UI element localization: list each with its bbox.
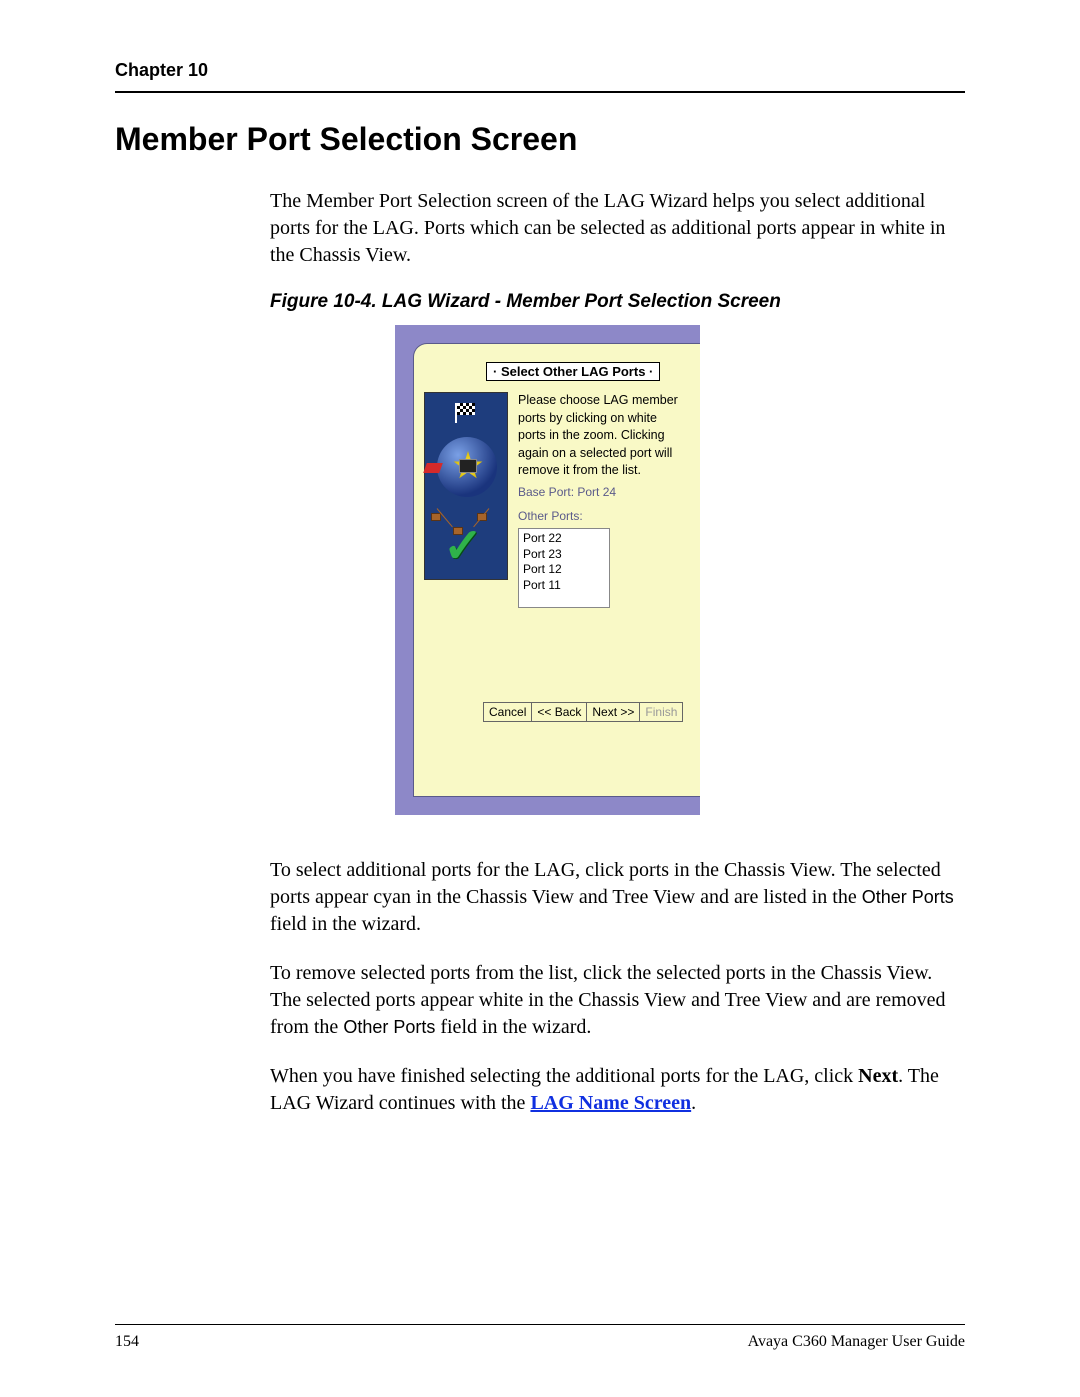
wizard-instructions: Please choose LAG member ports by clicki… (518, 392, 688, 480)
wizard-illustration: ✓ (424, 392, 508, 580)
text-run: . (691, 1092, 696, 1114)
wizard-button-row: Cancel << Back Next >> Finish (484, 702, 683, 722)
list-item[interactable]: Port 12 (523, 562, 605, 578)
next-button[interactable]: Next >> (586, 702, 640, 722)
paragraph-remove: To remove selected ports from the list, … (270, 960, 965, 1041)
figure-screenshot: · Select Other LAG Ports · ✓ (395, 325, 965, 815)
field-name: Other Ports (343, 1017, 435, 1037)
text-run: field in the wizard. (435, 1016, 591, 1038)
other-ports-list[interactable]: Port 22 Port 23 Port 12 Port 11 (518, 528, 610, 608)
figure-caption: Figure 10-4. LAG Wizard - Member Port Se… (270, 291, 965, 313)
wizard-panel: · Select Other LAG Ports · ✓ (413, 343, 700, 797)
node-icon (431, 513, 441, 521)
lag-name-screen-link[interactable]: LAG Name Screen (530, 1092, 691, 1114)
wizard-step-title: · Select Other LAG Ports · (486, 362, 660, 381)
flag-icon (455, 403, 477, 423)
list-item[interactable]: Port 22 (523, 531, 605, 547)
list-item[interactable]: Port 11 (523, 578, 605, 594)
next-label: Next (858, 1065, 898, 1087)
back-button[interactable]: << Back (531, 702, 587, 722)
wizard-frame: · Select Other LAG Ports · ✓ (395, 325, 700, 815)
page-footer: 154 Avaya C360 Manager User Guide (115, 1324, 965, 1351)
paragraph-select: To select additional ports for the LAG, … (270, 857, 965, 938)
intro-paragraph: The Member Port Selection screen of the … (270, 188, 965, 269)
text-run: field in the wizard. (270, 913, 421, 935)
finish-button: Finish (639, 702, 683, 722)
footer-rule (115, 1324, 965, 1325)
base-port-label: Base Port: Port 24 (518, 484, 688, 501)
cancel-button[interactable]: Cancel (483, 702, 532, 722)
header-rule (115, 91, 965, 93)
page-number: 154 (115, 1333, 139, 1351)
field-name: Other Ports (862, 887, 954, 907)
doc-title: Avaya C360 Manager User Guide (748, 1333, 965, 1351)
wizard-text-block: Please choose LAG member ports by clicki… (518, 392, 688, 608)
other-ports-label: Other Ports: (518, 508, 688, 525)
text-run: To select additional ports for the LAG, … (270, 859, 941, 908)
section-title: Member Port Selection Screen (115, 121, 965, 158)
chip-icon (459, 459, 477, 473)
checkmark-icon: ✓ (443, 523, 483, 571)
text-run: When you have finished selecting the add… (270, 1065, 858, 1087)
list-item[interactable]: Port 23 (523, 547, 605, 563)
chapter-label: Chapter 10 (115, 60, 965, 81)
paragraph-next: When you have finished selecting the add… (270, 1063, 965, 1117)
